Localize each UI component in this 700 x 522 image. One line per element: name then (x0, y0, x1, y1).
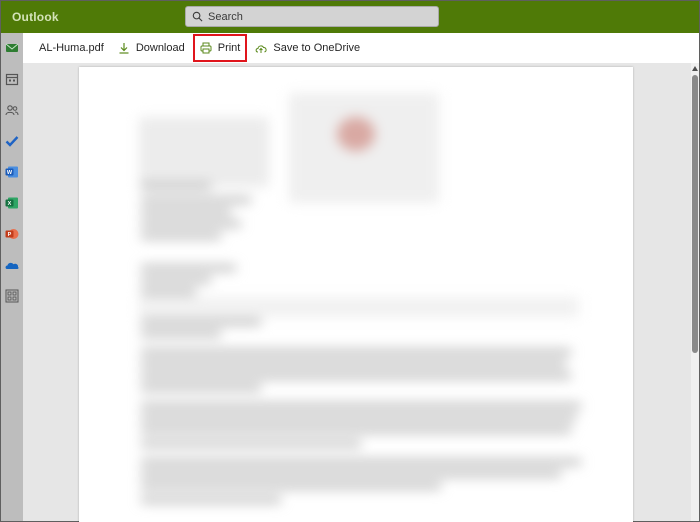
checkmark-icon[interactable] (4, 133, 20, 149)
file-name: AL-Huma.pdf (39, 42, 104, 54)
scroll-up-arrow-icon[interactable] (692, 66, 698, 71)
svg-text:P: P (8, 232, 12, 238)
svg-text:W: W (7, 170, 13, 176)
cloud-upload-icon (255, 45, 267, 53)
app-header: Outlook (1, 1, 699, 33)
download-label: Download (135, 42, 185, 54)
powerpoint-icon[interactable]: P (4, 226, 20, 242)
left-app-rail: W X P (1, 33, 23, 521)
word-icon[interactable]: W (4, 164, 20, 180)
onedrive-icon[interactable] (4, 257, 20, 273)
save-to-onedrive-button[interactable]: Save to OneDrive (255, 37, 360, 59)
print-label: Print (217, 42, 241, 54)
blurred-document-content (79, 67, 633, 522)
print-button[interactable]: Print (192, 34, 248, 62)
calendar-icon[interactable] (4, 71, 20, 87)
mail-icon[interactable] (4, 40, 20, 56)
attachment-toolbar: AL-Huma.pdf Download Print Save to OneDr… (23, 33, 699, 63)
save-to-onedrive-label: Save to OneDrive (273, 42, 361, 54)
excel-icon[interactable]: X (4, 195, 20, 211)
printer-icon (200, 42, 212, 54)
search-input[interactable] (208, 8, 408, 25)
people-icon[interactable] (4, 102, 20, 118)
search-icon (192, 11, 203, 22)
search-box[interactable] (185, 6, 439, 27)
download-icon (119, 43, 129, 54)
svg-text:X: X (8, 201, 12, 207)
app-title[interactable]: Outlook (12, 10, 59, 24)
apps-grid-icon[interactable] (4, 288, 20, 304)
vertical-scrollbar[interactable] (691, 63, 699, 521)
scroll-thumb[interactable] (692, 75, 698, 353)
document-viewer (23, 63, 699, 522)
download-button[interactable]: Download (118, 37, 185, 59)
pdf-page (79, 67, 633, 522)
